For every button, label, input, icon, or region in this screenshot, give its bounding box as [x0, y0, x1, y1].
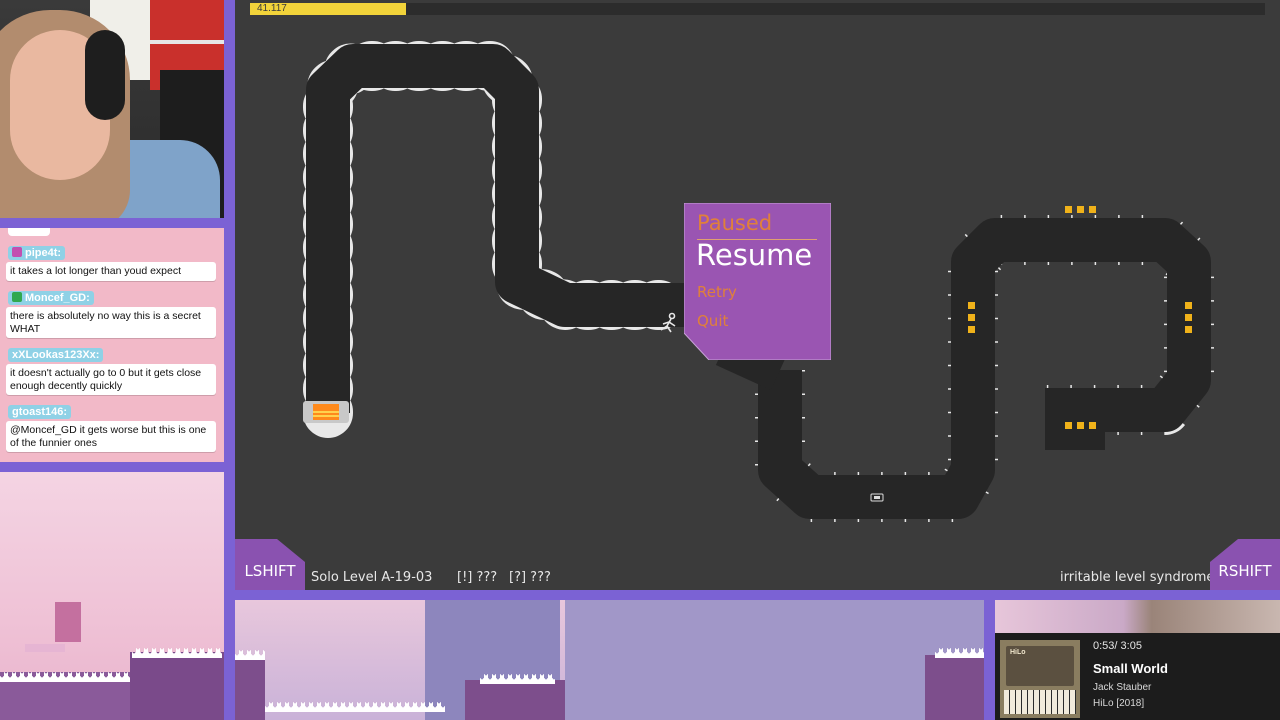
celeste-gameplay-left	[0, 472, 224, 720]
chat-username: xXLookas123Xx:	[8, 348, 104, 362]
player-character	[55, 602, 81, 642]
piano-keys-icon	[1004, 690, 1076, 714]
celeste-gameplay-bottom	[235, 600, 984, 720]
chat-text: @Moncef_GD it gets worse but this is one…	[6, 421, 216, 452]
chat-username: Moncef_GD:	[8, 291, 94, 305]
track-left	[303, 41, 746, 438]
webcam-feed	[0, 0, 224, 218]
stream-layout: pipe4t: it takes a lot longer than youd …	[0, 0, 1280, 720]
chat-username: gtoast146:	[8, 405, 72, 419]
chat-message: Moncef_GD: there is absolutely no way th…	[6, 288, 218, 338]
chat-text: there is absolutely no way this is a sec…	[6, 307, 216, 338]
leaf-badge-icon	[12, 292, 22, 302]
retry-button[interactable]: Retry	[697, 283, 737, 301]
chat-panel: pipe4t: it takes a lot longer than youd …	[0, 228, 224, 462]
chat-text: it takes a lot longer than youd expect	[6, 262, 216, 281]
info-secret: [?] ???	[509, 570, 551, 585]
heart-badge-icon	[12, 247, 22, 257]
chat-username: pipe4t:	[8, 246, 66, 260]
chat-text: it doesn't actually go to 0 but it gets …	[6, 364, 216, 395]
album-cover: HiLo	[1000, 640, 1080, 718]
chat-message: gtoast146: @Moncef_GD it gets worse but …	[6, 402, 218, 452]
timer-value: 41.117	[257, 3, 287, 14]
track-title: Small World	[1093, 661, 1168, 676]
pause-title: Paused	[697, 211, 773, 235]
headset	[85, 30, 125, 120]
start-door-icon	[303, 401, 349, 423]
chat-message: pipe4t: it takes a lot longer than youd …	[6, 243, 218, 281]
chat-message: xXLookas123Xx: it doesn't actually go to…	[6, 345, 218, 395]
level-name: Solo Level A-19-03	[311, 570, 433, 585]
info-gold: [!] ???	[457, 570, 498, 585]
track-time: 0:53/ 3:05	[1093, 640, 1142, 652]
track-artist: Jack Stauber	[1093, 682, 1152, 693]
track-album: HiLo [2018]	[1093, 698, 1145, 709]
level-title: irritable level syndrome	[1060, 570, 1215, 585]
quit-button[interactable]: Quit	[697, 312, 728, 330]
resume-button[interactable]: Resume	[696, 238, 812, 272]
chat-scroll-remnant	[8, 228, 50, 236]
